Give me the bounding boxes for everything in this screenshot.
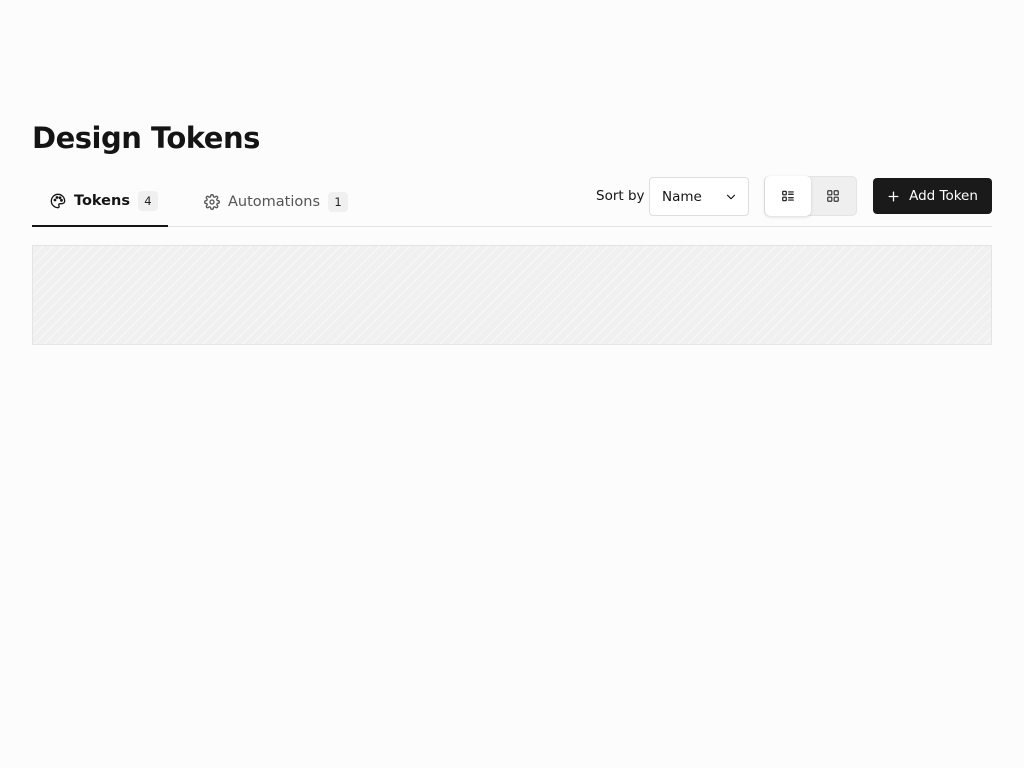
token-list-loading-placeholder [32,245,992,345]
add-token-label: Add Token [909,188,978,204]
tab-automations-label: Automations [228,193,321,210]
tab-automations[interactable]: Automations 1 [186,176,349,227]
gear-icon [204,193,220,210]
sort-select-value: Name [662,188,702,205]
grid-view-icon [826,189,840,203]
automations-count-badge: 1 [328,191,349,212]
view-mode-toggle [764,176,857,216]
sort-by-label: Sort by [596,188,645,204]
plus-icon [887,190,900,203]
add-token-button[interactable]: Add Token [873,178,992,214]
sort-select[interactable]: Name [649,177,749,216]
chevron-down-icon [724,190,738,204]
palette-icon [50,193,66,209]
tokens-count-badge: 4 [137,190,158,211]
grid-view-button[interactable] [811,176,857,216]
page-title: Design Tokens [32,121,260,155]
tab-tokens[interactable]: Tokens 4 [32,176,168,227]
list-view-button[interactable] [765,176,811,216]
tab-tokens-label: Tokens [74,192,130,209]
list-view-icon [781,189,795,203]
